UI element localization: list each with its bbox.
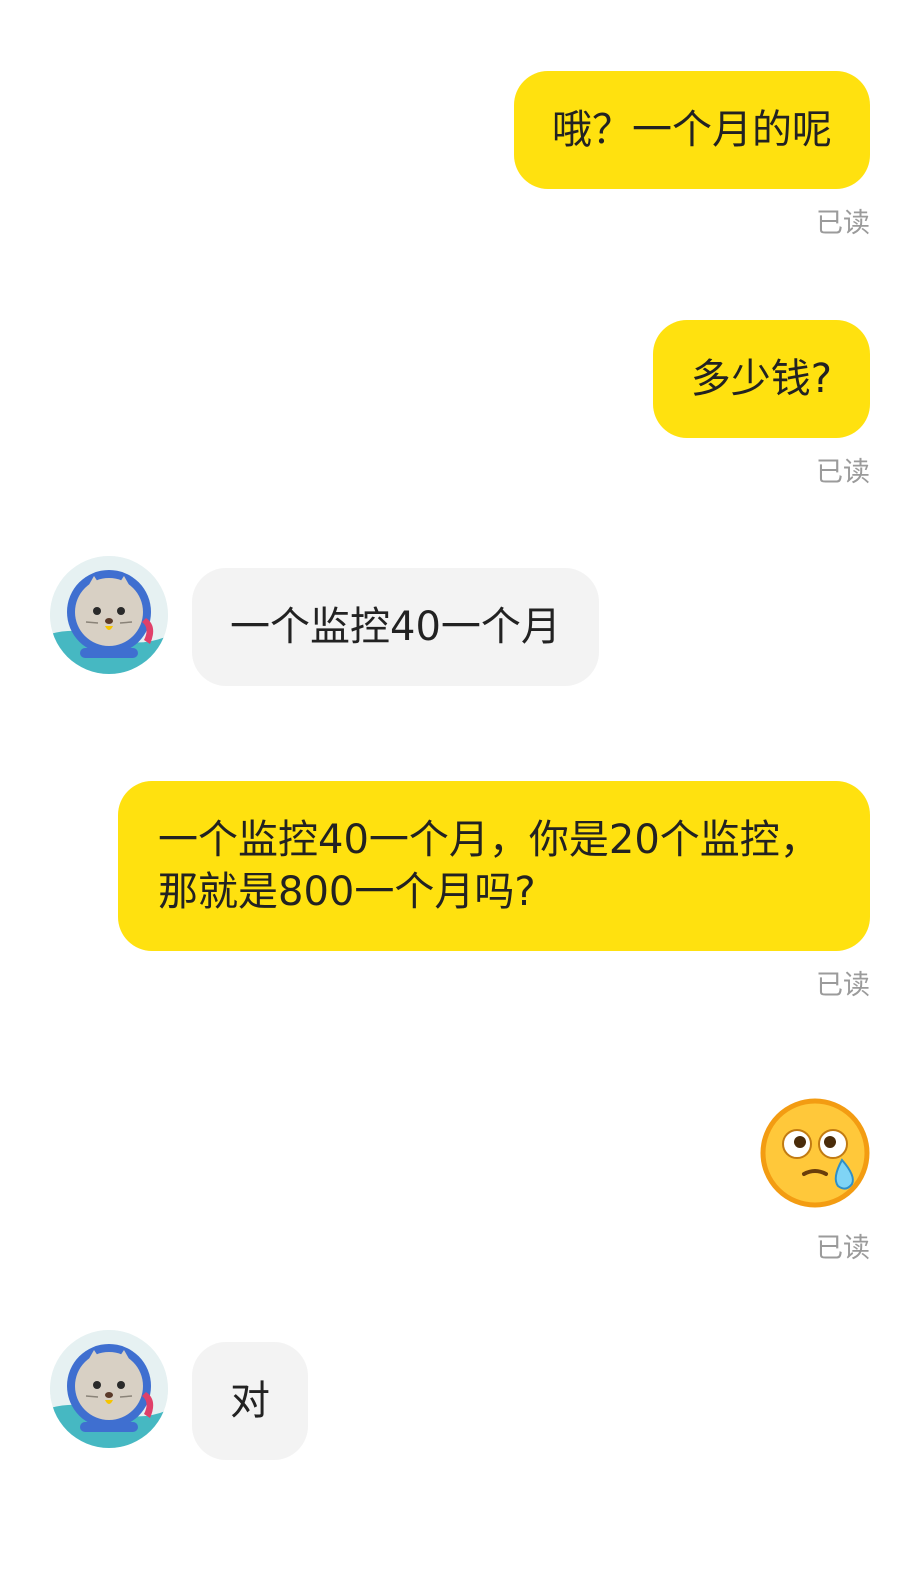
read-receipt: 已读 xyxy=(816,1233,870,1264)
chat-area[interactable]: 哦？一个月的呢 已读 多少钱? 已读 一个监控40一个月 一个监控40一个月，你… xyxy=(0,0,900,1592)
message-bubble[interactable]: 多少钱? xyxy=(652,320,870,438)
message-bubble[interactable]: 一个监控40一个月 xyxy=(192,568,599,686)
cat-astronaut-avatar-icon[interactable] xyxy=(50,1330,168,1448)
message-received: 一个监控40一个月 xyxy=(50,556,599,686)
message-bubble[interactable]: 一个监控40一个月，你是20个监控，那就是800一个月吗? xyxy=(118,781,870,951)
teary-eyed-emoji-icon[interactable] xyxy=(760,1098,870,1208)
cat-astronaut-avatar-icon[interactable] xyxy=(50,556,168,674)
message-sent: 多少钱? 已读 xyxy=(652,320,870,490)
read-receipt: 已读 xyxy=(816,970,870,1001)
message-sent: 一个监控40一个月，你是20个监控，那就是800一个月吗? 已读 xyxy=(118,781,870,1003)
message-sent: 哦？一个月的呢 已读 xyxy=(514,71,870,241)
read-receipt: 已读 xyxy=(816,457,870,488)
message-received: 对 xyxy=(50,1330,308,1460)
message-sent: 已读 xyxy=(760,1098,870,1266)
read-receipt: 已读 xyxy=(816,208,870,239)
message-bubble[interactable]: 哦？一个月的呢 xyxy=(514,71,870,189)
message-bubble[interactable]: 对 xyxy=(192,1342,308,1460)
